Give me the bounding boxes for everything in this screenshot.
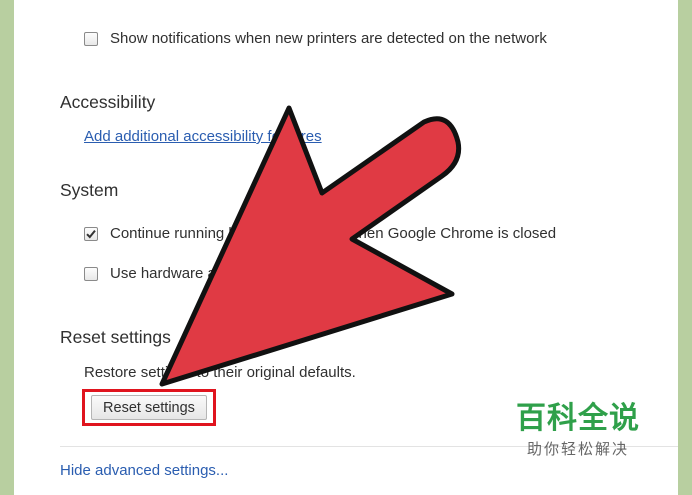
reset-settings-description: Restore settings to their original defau…: [84, 364, 356, 381]
watermark-subtitle: 助你轻松解决: [526, 440, 629, 458]
watermark-logo: 百科全说 助你轻松解决: [508, 402, 648, 459]
background-apps-option[interactable]: Continue running background apps when Go…: [84, 225, 556, 242]
background-apps-label: Continue running background apps when Go…: [110, 225, 557, 242]
reset-settings-button[interactable]: Reset settings: [91, 395, 207, 420]
system-heading: System: [60, 180, 119, 200]
hardware-acceleration-checkbox[interactable]: [84, 266, 98, 281]
hardware-acceleration-label: Use hardware acceleration when available: [110, 265, 392, 282]
hide-advanced-settings-link[interactable]: Hide advanced settings...: [60, 462, 228, 479]
background-apps-checkbox[interactable]: [84, 226, 98, 241]
accessibility-heading: Accessibility: [60, 92, 156, 112]
hardware-acceleration-option[interactable]: Use hardware acceleration when available: [84, 265, 392, 282]
checkmark-icon: [86, 229, 96, 238]
printer-notification-option[interactable]: Show notifications when new printers are…: [84, 30, 547, 47]
printer-notification-label: Show notifications when new printers are…: [110, 30, 547, 47]
reset-settings-heading: Reset settings: [60, 327, 171, 347]
watermark-title: 百科全说: [516, 401, 640, 436]
add-accessibility-features-link[interactable]: Add additional accessibility features: [84, 128, 322, 145]
reset-button-highlight: Reset settings: [82, 389, 216, 426]
printer-notification-checkbox[interactable]: [84, 31, 98, 46]
